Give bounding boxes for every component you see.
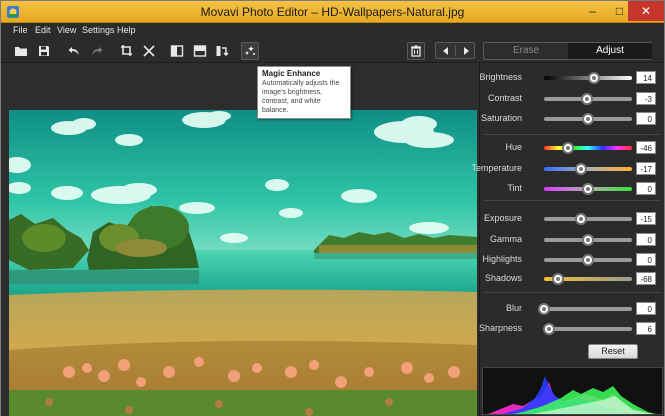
slider-handle[interactable] <box>582 254 594 266</box>
slider-handle[interactable] <box>561 142 574 154</box>
magic-enhance-icon[interactable] <box>241 42 259 60</box>
adjust-panel: Brightness 14 Contrast -3 Saturation 0 Hue -46 T… <box>471 63 665 416</box>
previous-icon[interactable] <box>436 43 455 58</box>
slider-handle[interactable] <box>552 273 565 285</box>
slider-label: Temperature <box>471 163 522 173</box>
section-divider <box>484 134 661 135</box>
slider-label: Contrast <box>487 93 522 103</box>
slider-handle[interactable] <box>538 303 550 315</box>
undo-icon[interactable] <box>65 42 83 60</box>
reset-button[interactable]: Reset <box>588 344 638 359</box>
slider-row-saturation: Saturation 0 <box>480 112 665 126</box>
slider-handle[interactable] <box>582 183 594 195</box>
slider-label: Tint <box>507 183 522 193</box>
redo-icon[interactable] <box>88 42 106 60</box>
slider-label: Brightness <box>479 72 522 82</box>
sharpness-slider[interactable] <box>543 323 632 335</box>
saturation-value-field[interactable]: 0 <box>636 112 656 125</box>
menu-settings[interactable]: Settings <box>82 25 115 35</box>
blur-slider[interactable] <box>538 303 632 315</box>
slider-label: Sharpness <box>478 323 522 333</box>
menu-edit[interactable]: Edit <box>35 25 51 35</box>
delete-icon[interactable] <box>407 42 425 60</box>
minimize-button[interactable]: – <box>579 1 606 21</box>
slider-handle[interactable] <box>582 113 594 125</box>
highlights-value-field[interactable]: 0 <box>636 253 656 266</box>
next-icon[interactable] <box>456 43 475 58</box>
tint-value-field[interactable]: 0 <box>636 182 656 195</box>
rotate-flip-icon[interactable] <box>213 42 231 60</box>
slider-label: Shadows <box>484 273 522 283</box>
slider-label: Hue <box>505 142 522 152</box>
slider-handle[interactable] <box>582 234 594 246</box>
hue-slider[interactable] <box>544 142 632 154</box>
image-canvas <box>1 63 479 416</box>
gamma-value-field[interactable]: 0 <box>636 233 656 246</box>
close-x-icon[interactable] <box>140 42 158 60</box>
slider-row-hue: Hue -46 <box>480 141 665 155</box>
image-navigation <box>435 42 475 59</box>
menu-file[interactable]: File <box>13 25 28 35</box>
tint-slider[interactable] <box>544 183 632 195</box>
slider-row-highlights: Highlights 0 <box>480 253 665 267</box>
slider-row-temperature: Temperature -17 <box>471 162 665 176</box>
slider-row-tint: Tint 0 <box>480 182 665 196</box>
contrast-value-field[interactable]: -3 <box>636 92 656 105</box>
slider-handle[interactable] <box>543 323 556 335</box>
slider-handle[interactable] <box>575 213 588 225</box>
slider-row-contrast: Contrast -3 <box>480 92 665 106</box>
crop-icon[interactable] <box>118 42 136 60</box>
app-window: Movavi Photo Editor – HD-Wallpapers-Natu… <box>0 0 665 416</box>
menu-help[interactable]: Help <box>117 25 136 35</box>
shadows-value-field[interactable]: -68 <box>636 272 656 285</box>
slider-label: Gamma <box>489 234 522 244</box>
save-icon[interactable] <box>35 42 53 60</box>
slider-row-gamma: Gamma 0 <box>480 233 665 247</box>
open-folder-icon[interactable] <box>12 42 30 60</box>
shadows-slider[interactable] <box>544 273 632 285</box>
section-divider <box>484 200 661 201</box>
temperature-value-field[interactable]: -17 <box>636 162 656 175</box>
slider-row-sharpness: Sharpness 6 <box>478 322 665 336</box>
slider-row-brightness: Brightness 14 <box>479 71 665 85</box>
slider-row-exposure: Exposure -15 <box>480 212 665 226</box>
contrast-slider[interactable] <box>544 93 632 105</box>
exposure-value-field[interactable]: -15 <box>636 212 656 225</box>
slider-handle[interactable] <box>588 72 601 84</box>
sharpness-value-field[interactable]: 6 <box>636 322 656 335</box>
slider-row-blur: Blur 0 <box>480 302 665 316</box>
gamma-slider[interactable] <box>544 234 632 246</box>
slider-handle[interactable] <box>580 93 593 105</box>
brightness-slider[interactable] <box>544 72 632 84</box>
histogram <box>482 367 663 415</box>
blur-value-field[interactable]: 0 <box>636 302 656 315</box>
compare-split-vertical-icon[interactable] <box>168 42 186 60</box>
tooltip-title: Magic Enhance <box>262 69 321 78</box>
section-divider <box>484 292 661 293</box>
tab-erase[interactable]: Erase <box>484 43 568 59</box>
photo[interactable] <box>9 110 477 416</box>
slider-row-shadows: Shadows -68 <box>480 272 665 286</box>
mode-tabs: Erase Adjust <box>483 42 652 60</box>
slider-label: Blur <box>505 303 522 313</box>
exposure-slider[interactable] <box>544 213 632 225</box>
tooltip-body: Automatically adjusts the image's bright… <box>262 80 340 114</box>
slider-label: Saturation <box>480 113 522 123</box>
menu-bar: File Edit View Settings Help <box>1 23 664 39</box>
slider-handle[interactable] <box>574 163 587 175</box>
menu-view[interactable]: View <box>57 25 76 35</box>
tab-adjust[interactable]: Adjust <box>568 43 652 59</box>
highlights-slider[interactable] <box>544 254 632 266</box>
magic-enhance-tooltip: Magic Enhance Automatically adjusts the … <box>257 66 351 119</box>
hue-value-field[interactable]: -46 <box>636 141 656 154</box>
slider-label: Highlights <box>482 254 522 264</box>
saturation-slider[interactable] <box>544 113 632 125</box>
close-button[interactable]: ✕ <box>628 1 664 21</box>
temperature-slider[interactable] <box>544 163 632 175</box>
slider-label: Exposure <box>483 213 522 223</box>
brightness-value-field[interactable]: 14 <box>636 71 656 84</box>
compare-split-horizontal-icon[interactable] <box>191 42 209 60</box>
window-title: Movavi Photo Editor – HD-Wallpapers-Natu… <box>200 5 465 19</box>
title-bar: Movavi Photo Editor – HD-Wallpapers-Natu… <box>1 1 664 23</box>
